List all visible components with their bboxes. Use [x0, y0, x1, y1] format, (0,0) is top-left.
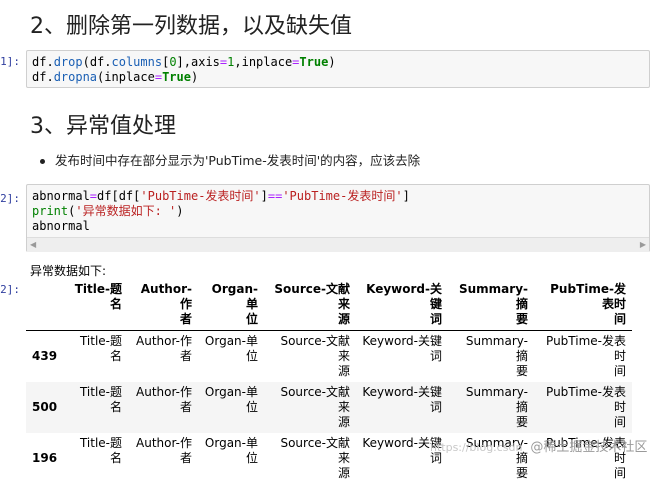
output-prompt: 2]: — [0, 283, 20, 296]
bullet-note: 发布时间中存在部分显示为'PubTime-发表时间'的内容，应该去除 — [40, 150, 420, 169]
column-header-author: Author-作者 — [128, 279, 198, 331]
horizontal-scrollbar[interactable]: ◀ ▶ — [27, 237, 649, 252]
table-cell: Keyword-关键词 — [362, 334, 442, 363]
column-header-source: Source-文献来源 — [264, 279, 356, 331]
table-cell: Organ-单位 — [204, 385, 258, 414]
watermark: https://blog.csdn @稀土掘金技术社区 — [430, 436, 647, 455]
table-cell: Author-作者 — [136, 385, 192, 414]
code-cell-drop[interactable]: df.drop(df.columns[0],axis=1,inplace=Tru… — [26, 50, 650, 88]
bullet-text: 发布时间中存在部分显示为'PubTime-发表时间'的内容，应该去除 — [55, 153, 421, 168]
code-line-2: print('异常数据如下: ') — [32, 204, 184, 218]
table-cell: Title-题名 — [79, 334, 122, 363]
code-line-3: abnormal — [32, 219, 90, 233]
header-row: Title-题名 Author-作者 Organ-单位 Source-文献来源 … — [26, 279, 632, 331]
table-cell: Title-题名 — [79, 436, 122, 465]
watermark-url: https://blog.csdn — [430, 441, 523, 454]
row-index: 196 — [32, 451, 58, 465]
table-row: 439 Title-题名 Author-作者 Organ-单位 Source-文… — [26, 330, 632, 382]
table-cell: Author-作者 — [136, 436, 192, 465]
table-cell: Title-题名 — [79, 385, 122, 414]
output-label: 异常数据如下: — [30, 264, 107, 278]
row-index: 500 — [32, 400, 58, 414]
table-cell: Keyword-关键词 — [362, 385, 442, 414]
column-header-title: Title-题名 — [66, 279, 128, 331]
section-heading-abnormal: 3、异常值处理 — [30, 114, 176, 139]
column-header-organ: Organ-单位 — [198, 279, 264, 331]
row-index: 439 — [32, 349, 58, 363]
scroll-left-icon[interactable]: ◀ — [30, 240, 36, 249]
table-cell: Summary-摘要 — [465, 334, 528, 378]
code-line-1: abnormal=df[df['PubTime-发表时间']=='PubTime… — [32, 189, 410, 203]
table-cell: Organ-单位 — [204, 436, 258, 465]
table-cell: PubTime-发表时间 — [546, 385, 626, 429]
cell-prompt-drop: 1]: — [0, 55, 20, 68]
index-header — [26, 279, 66, 331]
column-header-pubtime: PubTime-发表时间 — [534, 279, 632, 331]
column-header-summary: Summary-摘要 — [448, 279, 534, 331]
table-cell: Organ-单位 — [204, 334, 258, 363]
table-cell: Summary-摘要 — [465, 385, 528, 429]
table-cell: PubTime-发表时间 — [546, 334, 626, 378]
table-cell: Author-作者 — [136, 334, 192, 363]
watermark-text: @稀土掘金技术社区 — [530, 440, 648, 455]
table-cell: Source-文献来源 — [280, 334, 350, 378]
cell-prompt-abnormal: 2]: — [0, 192, 20, 205]
column-header-keyword: Keyword-关键词 — [356, 279, 448, 331]
code-line-1: df.drop(df.columns[0],axis=1,inplace=Tru… — [32, 55, 336, 69]
table-row: 500 Title-题名 Author-作者 Organ-单位 Source-文… — [26, 382, 632, 433]
scroll-right-icon[interactable]: ▶ — [640, 240, 646, 249]
table-cell: Source-文献来源 — [280, 385, 350, 429]
section-heading-drop: 2、删除第一列数据，以及缺失值 — [30, 14, 352, 39]
table-cell: Source-文献来源 — [280, 436, 350, 480]
code-line-2: df.dropna(inplace=True) — [32, 70, 199, 84]
bullet-dot-icon — [40, 159, 45, 164]
